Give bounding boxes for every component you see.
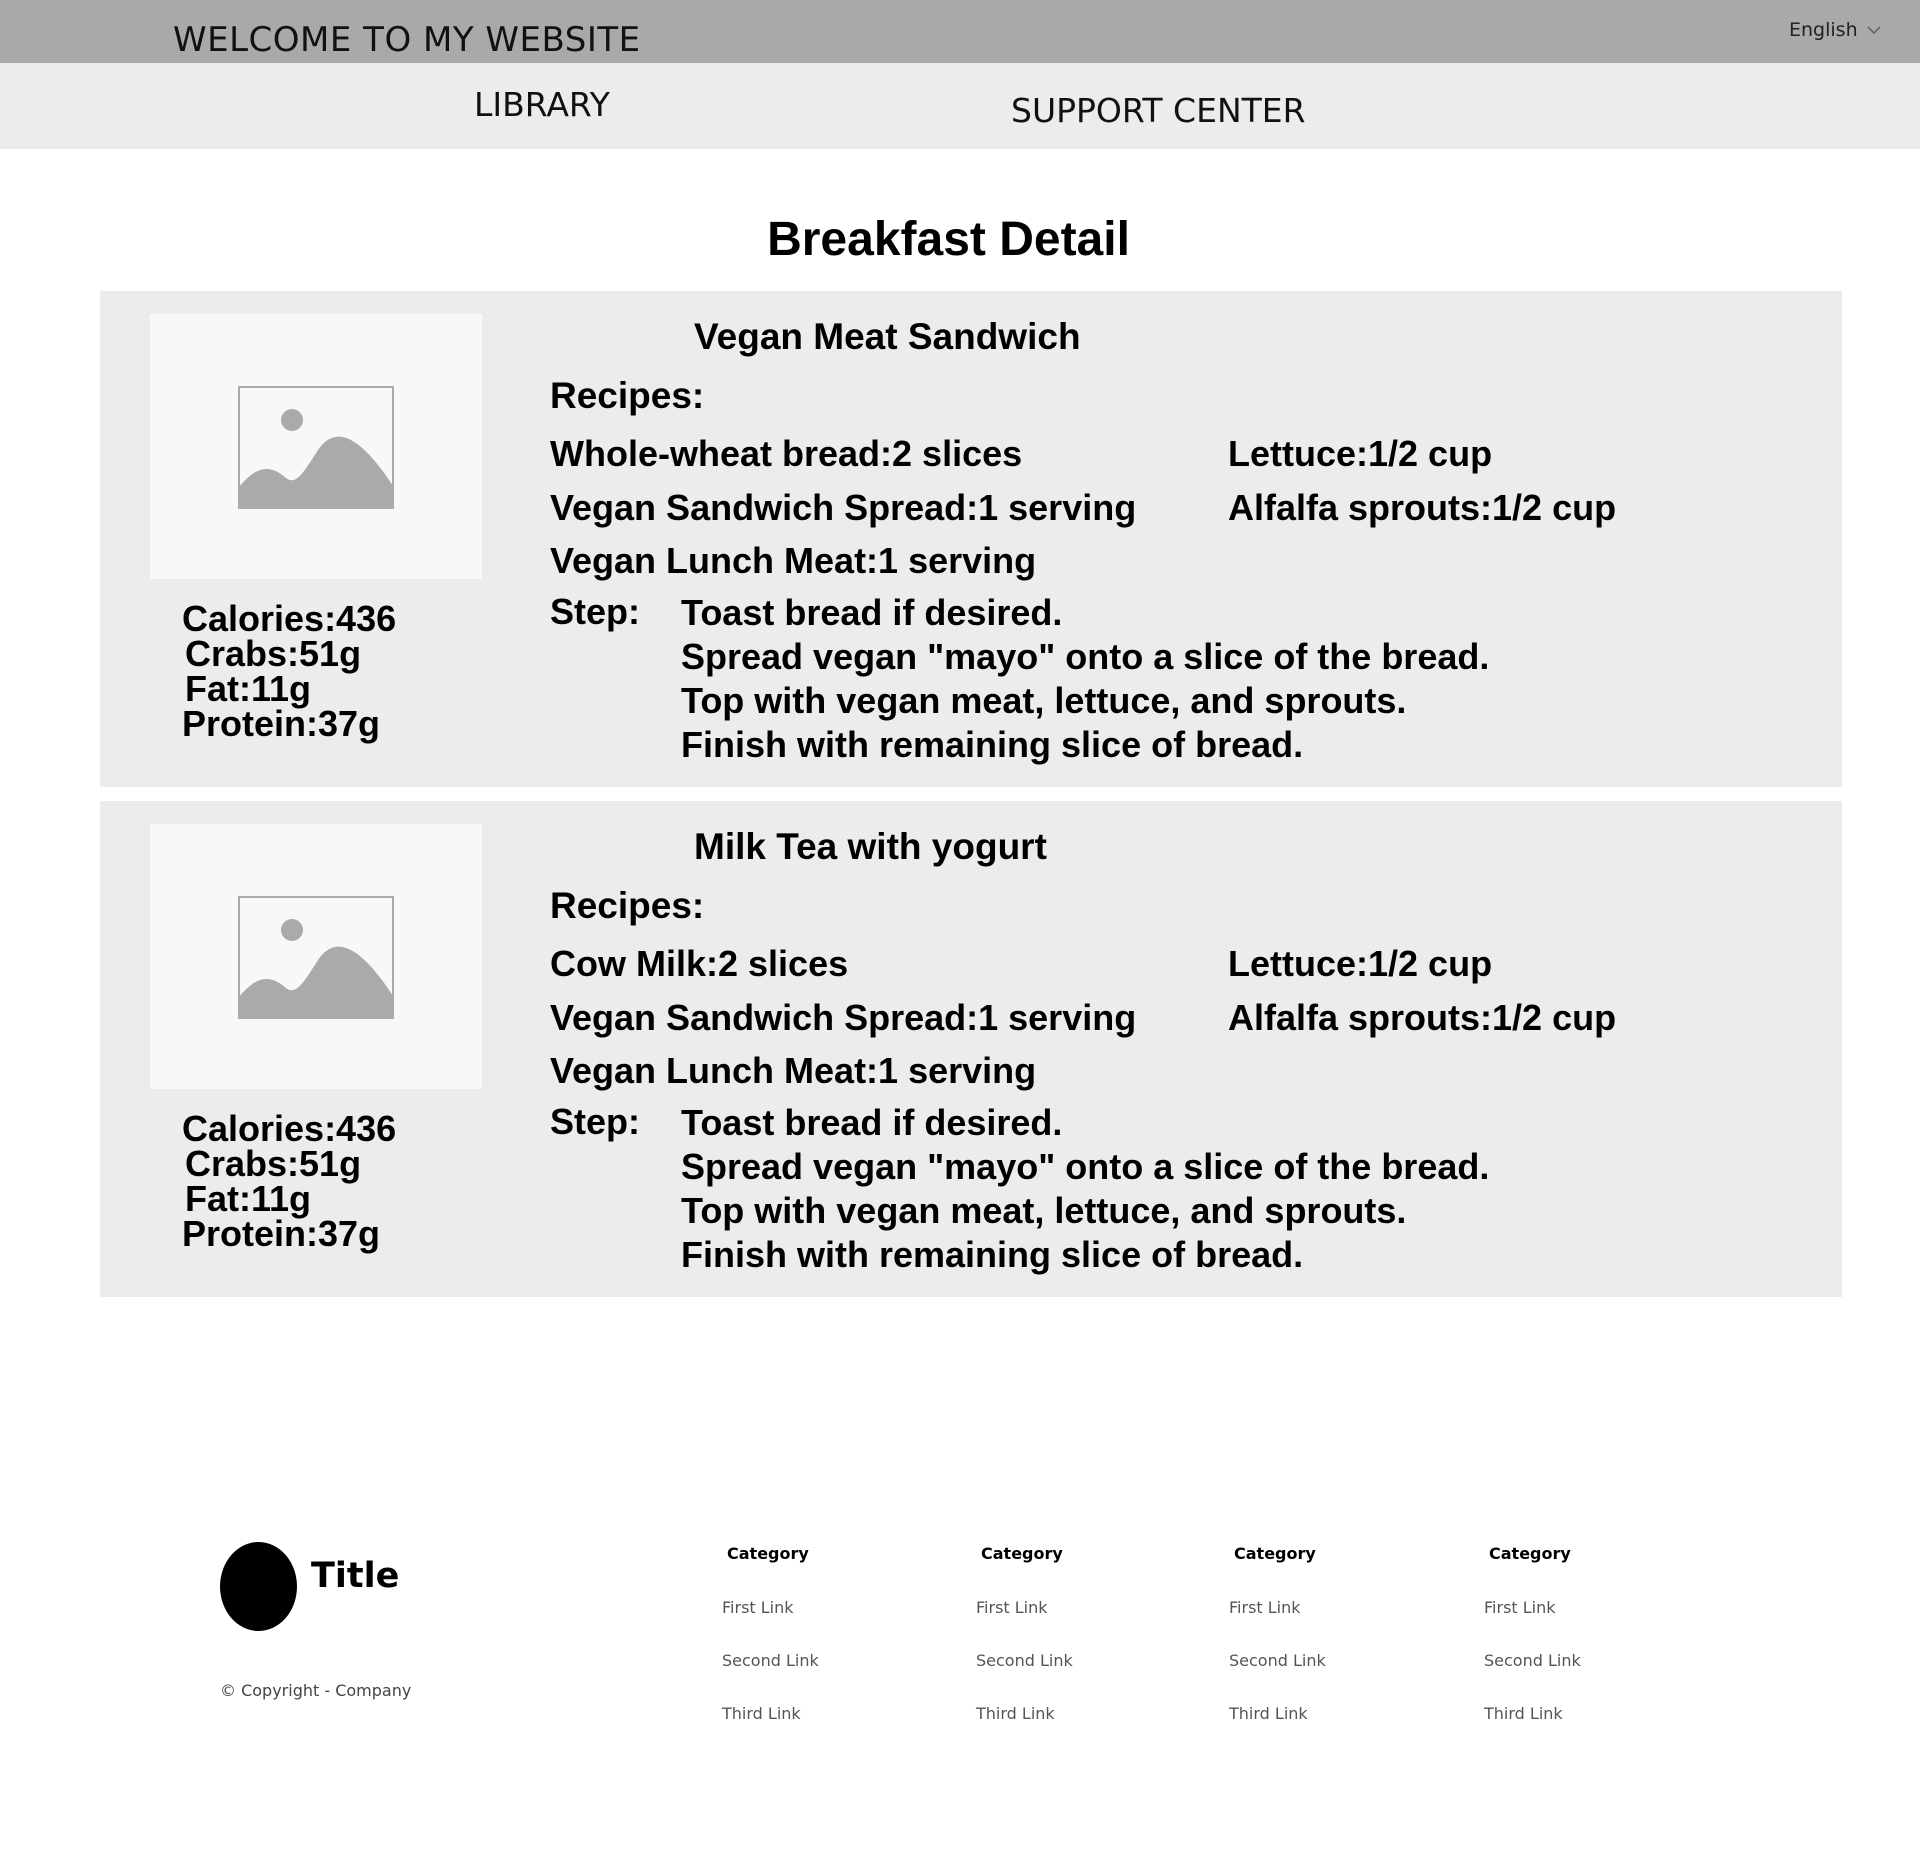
meal-card: Calories:436 Crabs:51g Fat:11g Protein:3… — [100, 801, 1842, 1297]
footer-link[interactable]: Third Link — [1484, 1704, 1563, 1723]
calories: Calories:436 — [182, 1108, 397, 1149]
step: Spread vegan "mayo" onto a slice of the … — [681, 1146, 1490, 1187]
carbs: Crabs:51g — [185, 1143, 362, 1184]
ingredient: Vegan Lunch Meat:1 serving — [550, 540, 1037, 581]
ingredient: Cow Milk:2 slices — [550, 943, 849, 984]
steps-list: Toast bread if desired. Spread vegan "ma… — [681, 591, 1489, 767]
ingredient: Lettuce:1/2 cup — [1228, 433, 1493, 474]
meal-name: Milk Tea with yogurt — [694, 826, 1047, 867]
language-selector[interactable]: English — [1789, 19, 1881, 41]
footer-link[interactable]: Second Link — [722, 1651, 819, 1670]
protein: Protein:37g — [182, 1213, 381, 1254]
footer-title: Title — [311, 1556, 400, 1596]
fat: Fat:11g — [185, 668, 312, 709]
footer-category: Category — [1489, 1544, 1571, 1563]
site-title: WELCOME TO MY WEBSITE — [173, 20, 641, 60]
ingredient: Vegan Sandwich Spread:1 serving — [550, 997, 1137, 1038]
image-placeholder-icon — [238, 386, 394, 509]
footer-link[interactable]: Second Link — [1229, 1651, 1326, 1670]
footer-link[interactable]: First Link — [1229, 1598, 1301, 1617]
recipes-label: Recipes: — [550, 885, 705, 926]
fat: Fat:11g — [185, 1178, 312, 1219]
steps-list: Toast bread if desired. Spread vegan "ma… — [681, 1101, 1489, 1277]
image-placeholder-icon — [238, 896, 394, 1019]
step: Top with vegan meat, lettuce, and sprout… — [681, 680, 1407, 721]
meal-image — [150, 314, 482, 579]
recipes-label: Recipes: — [550, 375, 705, 416]
step-label: Step: — [550, 1101, 640, 1142]
step: Toast bread if desired. — [681, 1102, 1063, 1143]
footer-link[interactable]: Third Link — [1229, 1704, 1308, 1723]
nutrition-facts: Calories:436 Crabs:51g Fat:11g Protein:3… — [182, 598, 397, 744]
nutrition-facts: Calories:436 Crabs:51g Fat:11g Protein:3… — [182, 1108, 397, 1254]
main-nav: LIBRARY SUPPORT CENTER — [0, 63, 1920, 149]
step: Finish with remaining slice of bread. — [681, 724, 1304, 765]
language-label: English — [1789, 19, 1858, 41]
ingredient: Vegan Sandwich Spread:1 serving — [550, 487, 1137, 528]
ingredient: Vegan Lunch Meat:1 serving — [550, 1050, 1037, 1091]
step: Top with vegan meat, lettuce, and sprout… — [681, 1190, 1407, 1231]
step: Spread vegan "mayo" onto a slice of the … — [681, 636, 1490, 677]
ingredient: Lettuce:1/2 cup — [1228, 943, 1493, 984]
page-title: Breakfast Detail — [767, 213, 1130, 266]
ingredient: Alfalfa sprouts:1/2 cup — [1228, 487, 1617, 528]
copyright: © Copyright - Company — [220, 1681, 412, 1700]
footer-link[interactable]: Third Link — [976, 1704, 1055, 1723]
footer-link[interactable]: Second Link — [1484, 1651, 1581, 1670]
step-label: Step: — [550, 591, 640, 632]
footer-category: Category — [727, 1544, 809, 1563]
chevron-down-icon — [1867, 26, 1881, 35]
step: Finish with remaining slice of bread. — [681, 1234, 1304, 1275]
footer-logo — [220, 1542, 297, 1631]
meal-image — [150, 824, 482, 1089]
nav-library[interactable]: LIBRARY — [474, 85, 610, 124]
carbs: Crabs:51g — [185, 633, 362, 674]
meal-name: Vegan Meat Sandwich — [694, 316, 1081, 357]
nav-support-center[interactable]: SUPPORT CENTER — [1011, 91, 1306, 130]
ingredient: Whole-wheat bread:2 slices — [550, 433, 1023, 474]
footer-link[interactable]: First Link — [976, 1598, 1048, 1617]
footer-category: Category — [1234, 1544, 1316, 1563]
footer-link[interactable]: First Link — [722, 1598, 794, 1617]
footer-category: Category — [981, 1544, 1063, 1563]
top-bar: WELCOME TO MY WEBSITE English — [0, 0, 1920, 63]
footer-link[interactable]: First Link — [1484, 1598, 1556, 1617]
step: Toast bread if desired. — [681, 592, 1063, 633]
meal-card: Calories:436 Crabs:51g Fat:11g Protein:3… — [100, 291, 1842, 787]
protein: Protein:37g — [182, 703, 381, 744]
footer-link[interactable]: Third Link — [722, 1704, 801, 1723]
calories: Calories:436 — [182, 598, 397, 639]
footer-link[interactable]: Second Link — [976, 1651, 1073, 1670]
ingredient: Alfalfa sprouts:1/2 cup — [1228, 997, 1617, 1038]
